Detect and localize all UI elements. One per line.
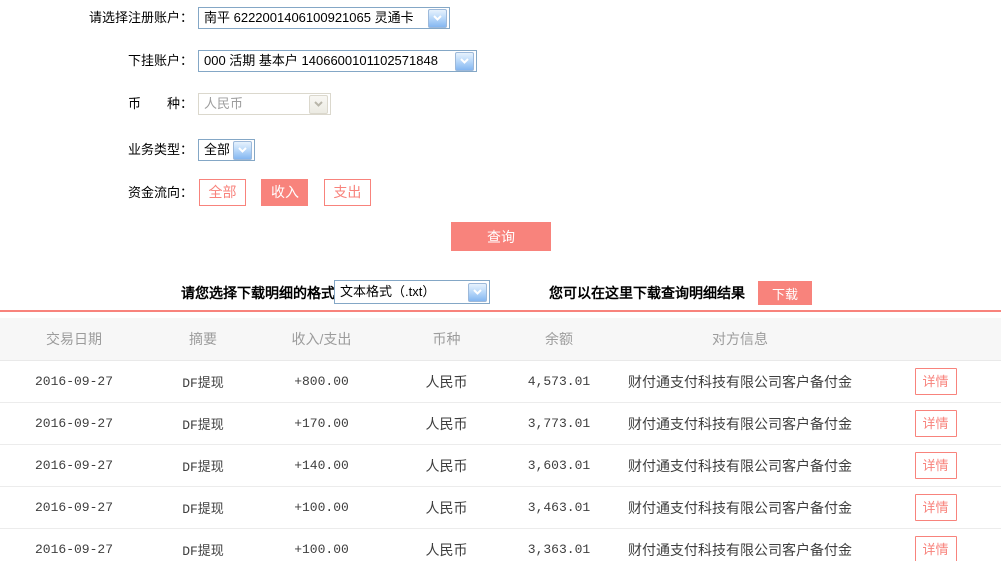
sub-account-label: 下挂账户： bbox=[127, 53, 193, 68]
cell-date: 2016-09-27 bbox=[0, 486, 148, 529]
chevron-down-icon bbox=[468, 282, 487, 302]
cell-balance: 3,463.01 bbox=[508, 486, 610, 529]
download-format-select[interactable]: 文本格式（.txt） bbox=[334, 280, 490, 304]
cell-currency: 人民币 bbox=[385, 402, 508, 445]
currency-label: 币 种： bbox=[127, 96, 193, 111]
table-row: 2016-09-27 DF提现 +800.00 人民币 4,573.01 财付通… bbox=[0, 360, 1001, 403]
cell-summary: DF提现 bbox=[148, 402, 258, 445]
table-row: 2016-09-27 DF提现 +170.00 人民币 3,773.01 财付通… bbox=[0, 402, 1001, 445]
header-currency: 币种 bbox=[385, 318, 508, 361]
detail-button[interactable]: 详情 bbox=[914, 368, 957, 395]
cell-summary: DF提现 bbox=[148, 486, 258, 529]
cell-balance: 4,573.01 bbox=[508, 360, 610, 403]
detail-button[interactable]: 详情 bbox=[914, 410, 957, 437]
cell-counterparty: 财付通支付科技有限公司客户备付金 bbox=[610, 486, 870, 529]
detail-button[interactable]: 详情 bbox=[914, 536, 957, 561]
cell-date: 2016-09-27 bbox=[0, 528, 148, 561]
cell-summary: DF提现 bbox=[148, 360, 258, 403]
flow-income-button[interactable]: 收入 bbox=[261, 179, 309, 206]
register-account-select[interactable]: 南平 6222001406100921065 灵通卡 bbox=[198, 7, 450, 29]
table-header: 交易日期 摘要 收入/支出 币种 余额 对方信息 bbox=[0, 318, 1001, 361]
flow-all-button[interactable]: 全部 bbox=[199, 179, 246, 206]
cell-currency: 人民币 bbox=[385, 486, 508, 529]
business-type-select[interactable]: 全部 bbox=[198, 139, 255, 161]
header-amount: 收入/支出 bbox=[258, 318, 385, 361]
cell-currency: 人民币 bbox=[385, 528, 508, 561]
business-type-value: 全部 bbox=[204, 142, 229, 157]
download-format-label: 请您选择下载明细的格式 bbox=[181, 285, 335, 301]
currency-select: 人民币 bbox=[198, 93, 331, 115]
table-row: 2016-09-27 DF提现 +100.00 人民币 3,363.01 财付通… bbox=[0, 528, 1001, 561]
cell-amount: +140.00 bbox=[258, 444, 385, 487]
sub-account-select[interactable]: 000 活期 基本户 1406600101102571848 bbox=[198, 50, 477, 72]
business-type-label: 业务类型： bbox=[127, 142, 193, 157]
cell-amount: +170.00 bbox=[258, 402, 385, 445]
header-balance: 余额 bbox=[508, 318, 610, 361]
cell-counterparty: 财付通支付科技有限公司客户备付金 bbox=[610, 528, 870, 561]
cell-balance: 3,603.01 bbox=[508, 444, 610, 487]
table-row: 2016-09-27 DF提现 +140.00 人民币 3,603.01 财付通… bbox=[0, 444, 1001, 487]
cell-currency: 人民币 bbox=[385, 444, 508, 487]
chevron-down-icon bbox=[428, 8, 447, 28]
cell-currency: 人民币 bbox=[385, 360, 508, 403]
cell-amount: +100.00 bbox=[258, 486, 385, 529]
cell-counterparty: 财付通支付科技有限公司客户备付金 bbox=[610, 444, 870, 487]
cell-balance: 3,773.01 bbox=[508, 402, 610, 445]
query-button[interactable]: 查询 bbox=[451, 222, 551, 251]
transactions-table: 交易日期 摘要 收入/支出 币种 余额 对方信息 2016-09-27 DF提现… bbox=[0, 318, 1001, 561]
chevron-down-icon bbox=[233, 140, 252, 160]
cell-summary: DF提现 bbox=[148, 444, 258, 487]
currency-value: 人民币 bbox=[204, 96, 244, 111]
fund-flow-filter: 全部 收入 支出 bbox=[199, 179, 382, 206]
table-row: 2016-09-27 DF提现 +100.00 人民币 3,463.01 财付通… bbox=[0, 486, 1001, 529]
header-counterparty: 对方信息 bbox=[610, 318, 870, 361]
cell-summary: DF提现 bbox=[148, 528, 258, 561]
fund-flow-label: 资金流向： bbox=[127, 185, 193, 200]
cell-amount: +100.00 bbox=[258, 528, 385, 561]
chevron-down-icon bbox=[309, 94, 328, 114]
download-format-value: 文本格式（.txt） bbox=[340, 284, 436, 299]
cell-date: 2016-09-27 bbox=[0, 360, 148, 403]
detail-button[interactable]: 详情 bbox=[914, 452, 957, 479]
table-top-divider bbox=[0, 310, 1001, 312]
flow-expense-button[interactable]: 支出 bbox=[323, 179, 371, 206]
cell-balance: 3,363.01 bbox=[508, 528, 610, 561]
download-button[interactable]: 下载 bbox=[758, 281, 812, 305]
cell-date: 2016-09-27 bbox=[0, 444, 148, 487]
cell-date: 2016-09-27 bbox=[0, 402, 148, 445]
download-hint: 您可以在这里下载查询明细结果 bbox=[549, 285, 745, 301]
header-date: 交易日期 bbox=[0, 318, 148, 361]
header-action bbox=[870, 318, 1001, 361]
register-account-label: 请选择注册账户： bbox=[88, 10, 193, 25]
transactions-body: 2016-09-27 DF提现 +800.00 人民币 4,573.01 财付通… bbox=[0, 360, 1001, 561]
cell-counterparty: 财付通支付科技有限公司客户备付金 bbox=[610, 360, 870, 403]
cell-amount: +800.00 bbox=[258, 360, 385, 403]
transaction-query-page: 请选择注册账户： 南平 6222001406100921065 灵通卡 下挂账户… bbox=[0, 0, 1001, 561]
header-summary: 摘要 bbox=[148, 318, 258, 361]
chevron-down-icon bbox=[455, 51, 474, 71]
detail-button[interactable]: 详情 bbox=[914, 494, 957, 521]
register-account-value: 南平 6222001406100921065 灵通卡 bbox=[204, 10, 414, 25]
sub-account-value: 000 活期 基本户 1406600101102571848 bbox=[204, 53, 438, 68]
cell-counterparty: 财付通支付科技有限公司客户备付金 bbox=[610, 402, 870, 445]
